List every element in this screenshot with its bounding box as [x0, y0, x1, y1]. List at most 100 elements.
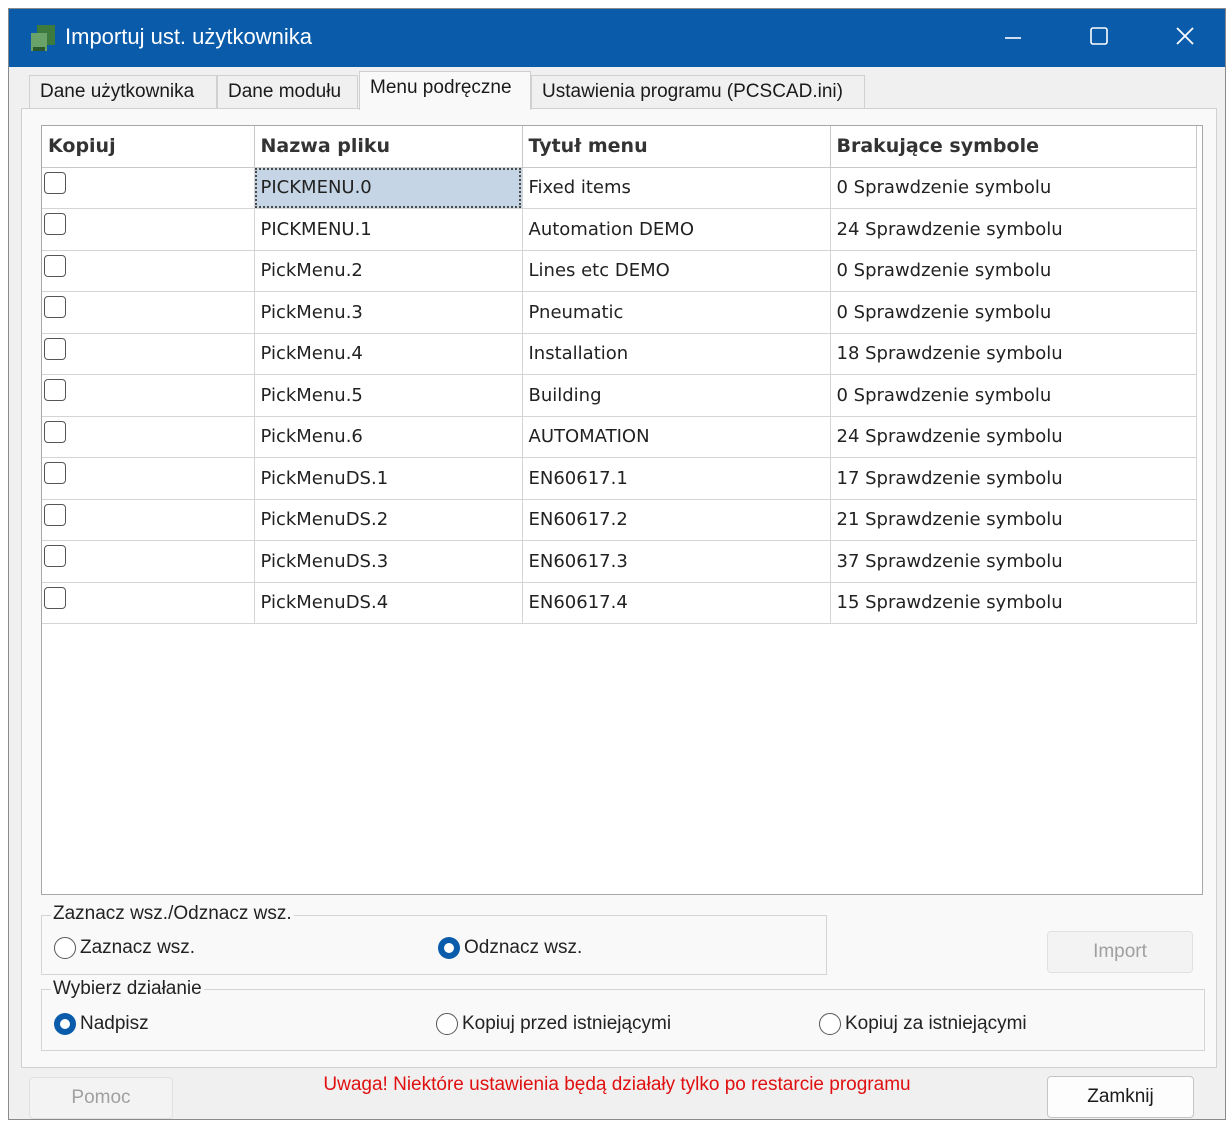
- table-row[interactable]: PickMenuDS.1 EN60617.1 17 Sprawdzenie symb…: [42, 457, 1197, 500]
- radio-indicator: [54, 937, 76, 959]
- menu-title-cell[interactable]: AUTOMATION: [522, 416, 831, 458]
- missing-symbols-cell[interactable]: 18 Sprawdzenie symbolu: [830, 333, 1197, 375]
- missing-symbols-cell[interactable]: 15 Sprawdzenie symbolu: [830, 582, 1197, 624]
- select-all-group-label: Zaznacz wsz./Odznacz wsz.: [51, 903, 294, 925]
- radio-overwrite[interactable]: Nadpisz: [54, 1013, 149, 1035]
- table-row[interactable]: PICKMENU.0 Fixed items 0 Sprawdzenie symbo…: [42, 167, 1197, 209]
- menu-title-cell[interactable]: Fixed items: [522, 167, 831, 209]
- table-row[interactable]: PICKMENU.1 Automation DEMO 24 Sprawdzenie …: [42, 208, 1197, 251]
- copy-cell: [42, 208, 255, 251]
- column-header-file-name[interactable]: Nazwa pliku: [254, 126, 523, 168]
- radio-indicator: [436, 1013, 458, 1035]
- file-name-cell[interactable]: PickMenuDS.4: [254, 582, 523, 624]
- menu-title-cell[interactable]: Lines etc DEMO: [522, 250, 831, 292]
- title-bar[interactable]: Importuj ust. użytkownika: [9, 9, 1225, 67]
- radio-indicator: [819, 1013, 841, 1035]
- copy-cell: [42, 291, 255, 334]
- table-row[interactable]: PickMenuDS.3 EN60617.3 37 Sprawdzenie symb…: [42, 540, 1197, 583]
- column-header-missing-symbols[interactable]: Brakujące symbole: [830, 126, 1197, 168]
- maximize-icon: [1088, 25, 1110, 52]
- copy-checkbox[interactable]: [44, 337, 66, 360]
- copy-checkbox[interactable]: [44, 296, 66, 318]
- copy-cell: [42, 499, 255, 541]
- menu-title-cell[interactable]: Automation DEMO: [522, 208, 831, 251]
- tab-program-settings[interactable]: Ustawienia programu (PCSCAD.ini): [531, 75, 865, 109]
- column-header-copy[interactable]: Kopiuj: [42, 126, 255, 168]
- menu-title-cell[interactable]: Pneumatic: [522, 291, 831, 334]
- file-name-cell[interactable]: PickMenuDS.1: [254, 457, 523, 500]
- copy-checkbox[interactable]: [44, 420, 66, 443]
- missing-symbols-cell[interactable]: 0 Sprawdzenie symbolu: [830, 291, 1197, 334]
- copy-cell: [42, 250, 255, 292]
- missing-symbols-cell[interactable]: 17 Sprawdzenie symbolu: [830, 457, 1197, 500]
- window-title: Importuj ust. użytkownika: [65, 24, 312, 49]
- menu-title-cell[interactable]: EN60617.3: [522, 540, 831, 583]
- radio-label: Odznacz wsz.: [464, 937, 583, 958]
- copy-checkbox[interactable]: [44, 254, 66, 277]
- file-name-cell[interactable]: PickMenu.3: [254, 291, 523, 334]
- copy-cell: [42, 333, 255, 375]
- close-window-button[interactable]: [1142, 9, 1227, 67]
- close-button[interactable]: Zamknij: [1047, 1076, 1194, 1118]
- copy-checkbox[interactable]: [44, 586, 66, 609]
- tab-label: Menu podręczne: [370, 77, 512, 98]
- table-row[interactable]: PickMenu.3 Pneumatic 0 Sprawdzenie symbolu: [42, 291, 1197, 334]
- table-header-row: Kopiuj Nazwa pliku Tytuł menu Brakujące …: [42, 126, 1197, 168]
- menu-title-cell[interactable]: EN60617.2: [522, 499, 831, 541]
- copy-checkbox[interactable]: [44, 462, 66, 484]
- restart-warning-text: Uwaga! Niektóre ustawienia będą działały…: [318, 1074, 916, 1096]
- radio-deselect-all[interactable]: Odznacz wsz.: [438, 937, 582, 959]
- file-name-cell[interactable]: PickMenuDS.3: [254, 540, 523, 583]
- action-group-label: Wybierz działanie: [51, 978, 204, 1000]
- missing-symbols-cell[interactable]: 0 Sprawdzenie symbolu: [830, 250, 1197, 292]
- missing-symbols-cell[interactable]: 21 Sprawdzenie symbolu: [830, 499, 1197, 541]
- menu-files-grid[interactable]: Kopiuj Nazwa pliku Tytuł menu Brakujące …: [41, 125, 1203, 895]
- copy-checkbox[interactable]: [44, 213, 66, 235]
- menu-title-cell[interactable]: EN60617.1: [522, 457, 831, 500]
- table-row[interactable]: PickMenu.4 Installation 18 Sprawdzenie sym…: [42, 333, 1197, 375]
- missing-symbols-cell[interactable]: 37 Sprawdzenie symbolu: [830, 540, 1197, 583]
- copy-checkbox[interactable]: [44, 171, 66, 194]
- missing-symbols-cell[interactable]: 24 Sprawdzenie symbolu: [830, 416, 1197, 458]
- copy-checkbox[interactable]: [44, 503, 66, 526]
- file-name-cell[interactable]: PICKMENU.1: [254, 208, 523, 251]
- copy-checkbox[interactable]: [44, 545, 66, 567]
- radio-indicator: [54, 1013, 76, 1035]
- table-row[interactable]: PickMenu.5 Building 0 Sprawdzenie symbolu: [42, 374, 1197, 417]
- tab-label: Dane modułu: [228, 81, 342, 102]
- menu-title-cell[interactable]: Installation: [522, 333, 831, 375]
- help-button[interactable]: Pomoc: [29, 1077, 173, 1119]
- tab-strip: Dane użytkownika Dane modułu Menu podręc…: [29, 71, 1219, 110]
- table-row[interactable]: PickMenu.6 AUTOMATION 24 Sprawdzenie symbo…: [42, 416, 1197, 458]
- column-header-menu-title[interactable]: Tytuł menu: [522, 126, 831, 168]
- radio-select-all[interactable]: Zaznacz wsz.: [54, 937, 195, 959]
- menu-files-table: Kopiuj Nazwa pliku Tytuł menu Brakujące …: [42, 126, 1197, 624]
- file-name-cell[interactable]: PickMenu.5: [254, 374, 523, 417]
- tab-label: Dane użytkownika: [40, 81, 195, 102]
- radio-label: Nadpisz: [80, 1013, 149, 1034]
- file-name-cell[interactable]: PickMenu.6: [254, 416, 523, 458]
- missing-symbols-cell[interactable]: 24 Sprawdzenie symbolu: [830, 208, 1197, 251]
- radio-copy-before[interactable]: Kopiuj przed istniejącymi: [436, 1013, 671, 1035]
- maximize-button[interactable]: [1056, 9, 1142, 67]
- tab-module-data[interactable]: Dane modułu: [217, 75, 358, 109]
- import-button[interactable]: Import: [1047, 931, 1193, 973]
- minimize-button[interactable]: [970, 9, 1056, 67]
- copy-checkbox[interactable]: [44, 379, 66, 401]
- tab-user-data[interactable]: Dane użytkownika: [29, 75, 217, 109]
- copy-cell: [42, 167, 255, 209]
- file-name-cell[interactable]: PickMenuDS.2: [254, 499, 523, 541]
- tab-context-menu[interactable]: Menu podręczne: [359, 71, 531, 110]
- radio-copy-after[interactable]: Kopiuj za istniejącymi: [819, 1013, 1027, 1035]
- menu-title-cell[interactable]: Building: [522, 374, 831, 417]
- missing-symbols-cell[interactable]: 0 Sprawdzenie symbolu: [830, 167, 1197, 209]
- file-name-cell[interactable]: PICKMENU.0: [254, 167, 523, 209]
- table-row[interactable]: PickMenuDS.2 EN60617.2 21 Sprawdzenie symb…: [42, 499, 1197, 541]
- table-row[interactable]: PickMenu.2 Lines etc DEMO 0 Sprawdzenie sy…: [42, 250, 1197, 292]
- close-icon: [1174, 25, 1196, 52]
- menu-title-cell[interactable]: EN60617.4: [522, 582, 831, 624]
- file-name-cell[interactable]: PickMenu.4: [254, 333, 523, 375]
- table-row[interactable]: PickMenuDS.4 EN60617.4 15 Sprawdzenie symb…: [42, 582, 1197, 624]
- file-name-cell[interactable]: PickMenu.2: [254, 250, 523, 292]
- missing-symbols-cell[interactable]: 0 Sprawdzenie symbolu: [830, 374, 1197, 417]
